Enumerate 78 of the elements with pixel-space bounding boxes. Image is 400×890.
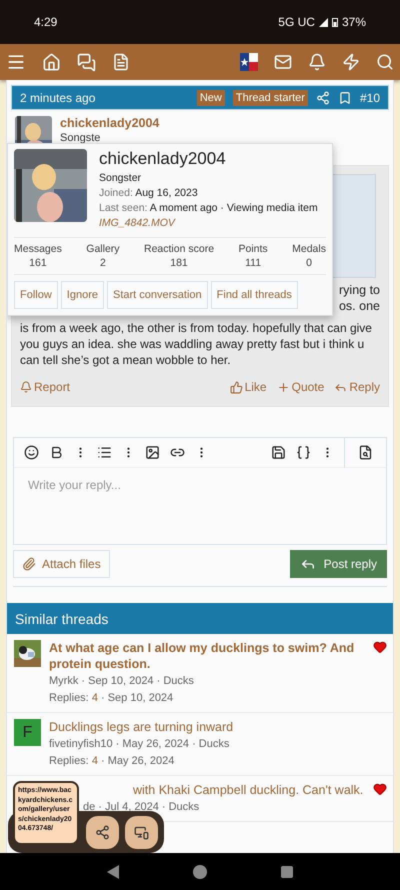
thread-replies: Replies: 4 · Sep 10, 2024 — [49, 691, 174, 706]
mail-icon[interactable] — [274, 53, 292, 71]
stat-label: Points — [238, 243, 268, 255]
stat-value: 161 — [29, 257, 47, 269]
device-button[interactable] — [125, 816, 158, 849]
post-reply-button[interactable]: Post reply — [290, 550, 387, 578]
signal-icon — [318, 18, 328, 26]
stat-label: Medals — [292, 243, 326, 255]
thumbs-up-icon — [230, 380, 243, 394]
share-icon — [95, 825, 110, 840]
quote-link[interactable]: Quote — [276, 380, 324, 394]
thread-meta: Myrkk · Sep 10, 2024 · Ducks — [49, 674, 195, 689]
battery-level: 37% — [342, 15, 366, 29]
post-text: is from a week ago, the other is from today. hopefully that can give you guys an idea. she was waddling away pretty fast but i think u can tell she’s got a mean wobble to her. — [20, 320, 373, 368]
reply-link[interactable]: Reply — [334, 380, 380, 394]
emoji-icon[interactable] — [24, 445, 39, 460]
joined-date: Joined: Aug 16, 2023 — [99, 187, 199, 199]
author-title: Songste — [60, 132, 102, 144]
network-type: 5G UC — [278, 15, 315, 29]
document-icon[interactable] — [112, 53, 130, 71]
stat-value: 0 — [306, 257, 312, 269]
clock: 4:29 — [34, 15, 58, 29]
thread-title[interactable]: Ducklings legs are turning inward — [49, 719, 365, 735]
chat-icon[interactable] — [77, 52, 96, 72]
battery-icon — [332, 17, 338, 27]
preview-icon — [358, 445, 373, 460]
stat-label: Messages — [14, 243, 62, 255]
plus-icon — [276, 380, 290, 394]
member-title: Songster — [99, 172, 142, 184]
reply-editor[interactable]: Write your reply... — [13, 437, 387, 545]
stat-value: 111 — [245, 257, 262, 269]
home-icon[interactable] — [42, 52, 61, 72]
report-link[interactable]: Report — [20, 380, 70, 394]
last-seen: Last seen: A moment ago · Viewing media item — [99, 202, 318, 214]
devices-icon — [134, 825, 149, 840]
author-name[interactable]: chickenlady2004 — [60, 116, 160, 130]
back-icon[interactable] — [107, 864, 119, 878]
thread-meta: fivetinyfish10 · May 26, 2024 · Ducks — [49, 737, 230, 752]
section-title: Similar threads — [15, 610, 108, 626]
bold-icon[interactable] — [49, 445, 64, 460]
bookmark-icon[interactable] — [338, 90, 352, 104]
stat-label: Reaction score — [144, 243, 214, 255]
thread-title[interactable]: At what age can I allow my ducklings to swim? And protein question. — [49, 640, 365, 672]
paperclip-icon — [22, 557, 36, 571]
like-link[interactable]: Like — [230, 380, 267, 394]
image-icon[interactable] — [145, 445, 160, 460]
letter-avatar: F — [14, 719, 41, 746]
recents-icon[interactable] — [281, 866, 293, 878]
stat-label: Gallery — [86, 243, 120, 255]
search-icon[interactable] — [376, 53, 394, 71]
member-action-button[interactable]: Follow — [14, 281, 58, 309]
home-button-icon[interactable] — [193, 864, 207, 878]
member-action-button[interactable]: Find all threads — [210, 281, 298, 309]
bell-icon[interactable] — [308, 53, 326, 71]
attach-files-button[interactable]: Attach files — [13, 550, 110, 578]
bell-icon — [20, 381, 32, 393]
member-name: chickenlady2004 — [99, 149, 227, 169]
save-icon[interactable] — [271, 445, 286, 460]
lightning-icon[interactable] — [342, 53, 360, 71]
thread-replies: Replies: 4 · May 26, 2024 — [49, 754, 176, 769]
post-badge: New — [196, 90, 225, 106]
post-text-fragment: rying to — [339, 282, 380, 298]
stat-value: 181 — [170, 257, 188, 269]
thread-title[interactable]: with Khaki Campbell duckling. Can't walk. — [133, 782, 365, 798]
share-button[interactable] — [86, 816, 119, 849]
list-icon[interactable] — [97, 445, 112, 460]
member-action-button[interactable]: Start conversation — [107, 281, 208, 309]
share-icon[interactable] — [316, 90, 330, 104]
post-number[interactable]: #10 — [360, 90, 380, 104]
media-link[interactable]: IMG_4842.MOV — [99, 217, 318, 229]
post-time: 2 minutes ago — [20, 90, 96, 104]
brackets-icon[interactable] — [296, 445, 311, 460]
stat-value: 2 — [100, 257, 106, 269]
flag-avatar-icon[interactable] — [240, 53, 258, 71]
thread-meta: de · Jul 4, 2024 · Ducks — [83, 800, 200, 815]
post-badge: Thread starter — [232, 90, 308, 106]
member-action-button[interactable]: Ignore — [60, 281, 104, 309]
post-text-fragment: os. one — [338, 298, 380, 314]
